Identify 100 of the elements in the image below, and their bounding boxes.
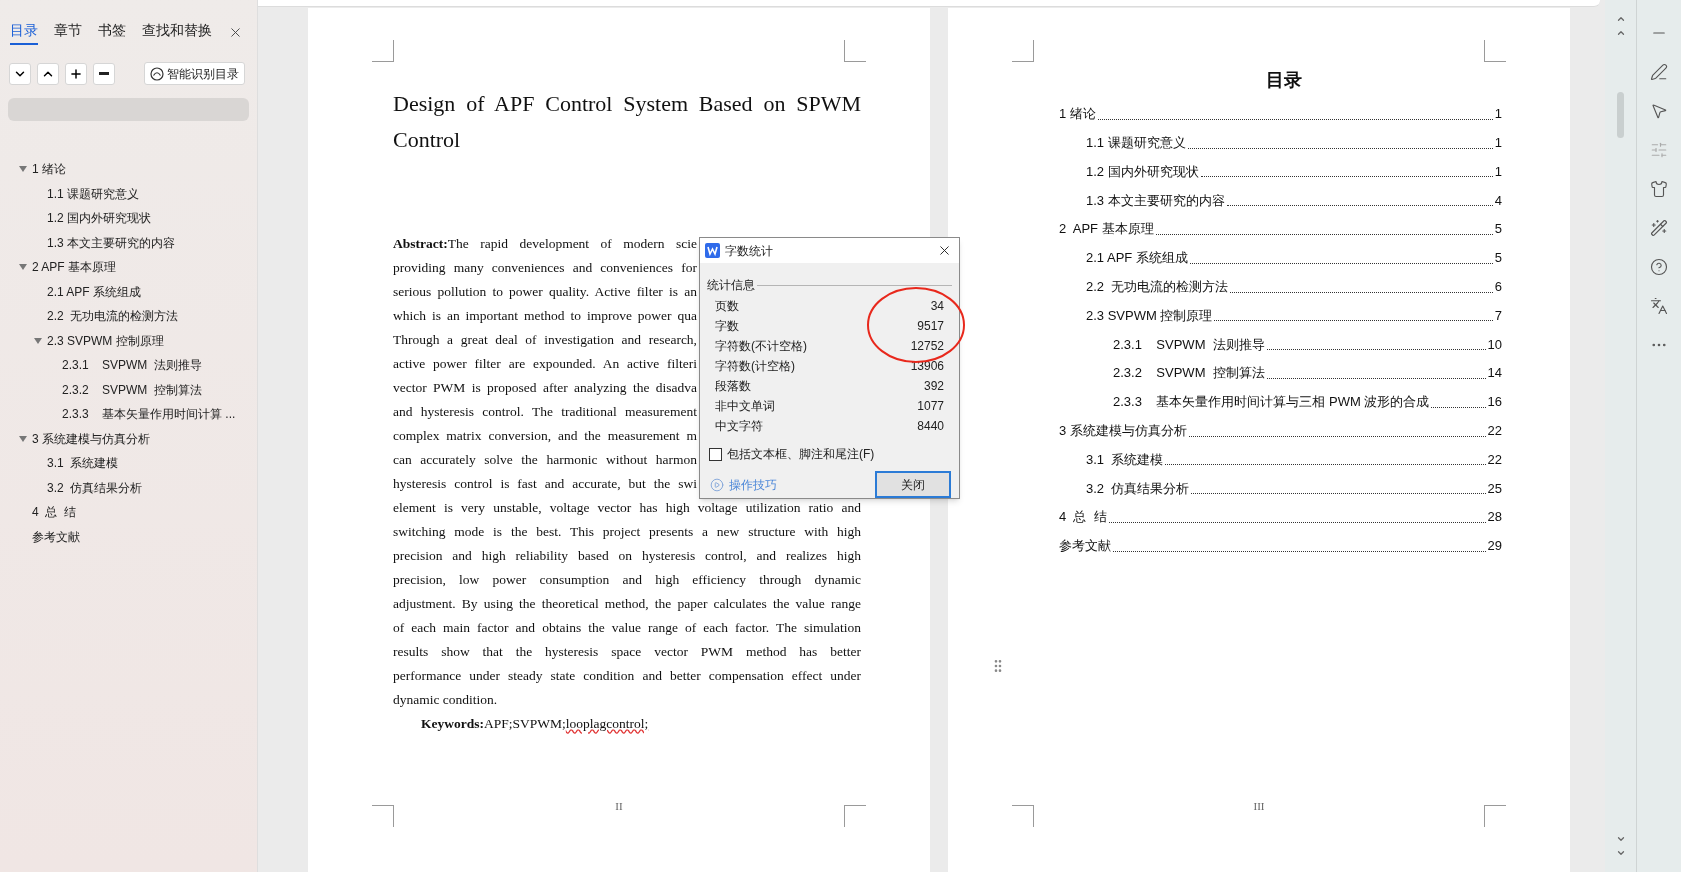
page-number: II	[615, 799, 623, 814]
crop-mark	[1484, 40, 1506, 62]
shirt-icon[interactable]	[1650, 180, 1668, 198]
stat-value: 12752	[910, 338, 944, 355]
outline-item[interactable]: 2 APF 基本原理	[32, 258, 117, 277]
panel-tab[interactable]: 目录	[10, 19, 38, 45]
outline-item[interactable]: 2.3.3 基本矢量作用时间计算 ...	[62, 405, 236, 424]
cursor-icon[interactable]	[1650, 102, 1668, 120]
toc-entry[interactable]: 1.2 国内外研究现状 1	[1056, 157, 1502, 187]
toc-entry[interactable]: 2 APF 基本原理 5	[1056, 215, 1502, 244]
abstract-line: precision, low power consumption and high efficiency through dynamic	[393, 571, 861, 589]
crop-mark	[844, 40, 866, 62]
checkbox-label: 包括文本框、脚注和尾注(F)	[727, 446, 875, 463]
toc-entry[interactable]: 2.3.1 SVPWM 法则推导 10	[1056, 330, 1502, 360]
plus-icon	[69, 66, 83, 81]
toc-entry[interactable]: 3.2 仿真结果分析 25	[1056, 474, 1502, 504]
abstract-line: active power filter are expounded. An active filteri	[393, 355, 697, 373]
panel-tab[interactable]: 查找和替换	[142, 19, 212, 45]
toc-entry[interactable]: 2.3 SVPWM 控制原理 7	[1056, 301, 1502, 331]
smart-toc-button[interactable]: 智能识别目录	[144, 62, 245, 85]
outline-item[interactable]: 2.3.1 SVPWM 法则推导	[62, 356, 203, 375]
checkbox[interactable]	[709, 447, 722, 461]
outline-item[interactable]: 2.1 APF 系统组成	[47, 282, 142, 301]
outline-item[interactable]: 1.2 国内外研究现状	[47, 209, 151, 228]
scroll-down-icon[interactable]	[1615, 834, 1626, 844]
abstract-line: Through a great deal of investigation and research,	[393, 331, 697, 349]
toc-entry[interactable]: 4 总 结 28	[1056, 503, 1502, 532]
abstract-line: of each main factor and obtains the value range of each factor. The simulation	[393, 619, 861, 637]
abstract-line: results show that the hysteresis space vector PWM method has better	[393, 643, 861, 661]
stat-label: 页数	[715, 298, 739, 315]
close-button[interactable]: 关闭	[875, 471, 951, 498]
stat-label: 中文字符	[715, 418, 763, 435]
outline-item[interactable]: 3 系统建模与仿真分析	[32, 429, 150, 448]
abstract-line: hysteresis control is fast and accurate, but the swi	[393, 475, 697, 493]
outline-item[interactable]: 4 总 结	[32, 503, 76, 522]
help-icon[interactable]	[1650, 258, 1668, 276]
move-up-button[interactable]	[37, 62, 59, 85]
toc-entry[interactable]: 2.1 APF 系统组成 5	[1056, 244, 1502, 273]
pen-icon[interactable]	[1650, 63, 1668, 81]
toc-entry[interactable]: 参考文献 29	[1056, 531, 1502, 561]
add-button[interactable]	[65, 62, 87, 85]
abstract-line: and hysteresis control. The traditional measurement	[393, 403, 697, 421]
toc-entry[interactable]: 1.3 本文主要研究的内容 4	[1056, 186, 1502, 216]
abstract-line: which is an important method to improve power qua	[393, 307, 697, 325]
outline-item[interactable]: 1 绪论	[32, 160, 66, 179]
abstract-line: providing many conveniences and conveniences for	[393, 259, 697, 277]
dialog-title: 字数统计	[725, 242, 773, 260]
abstract-line: complex matrix conversion, and the measurement m	[393, 427, 697, 445]
crop-mark	[1484, 805, 1506, 827]
outline-item[interactable]: 3.2 仿真结果分析	[47, 478, 143, 497]
outline-item[interactable]: 2.2 无功电流的检测方法	[47, 307, 179, 326]
collapse-triangle-icon[interactable]	[18, 433, 28, 444]
outline-item[interactable]: 1.3 本文主要研究的内容	[47, 233, 175, 252]
toc-entry[interactable]: 2.2 无功电流的检测方法 6	[1056, 272, 1502, 302]
page-number: III	[1253, 799, 1265, 814]
close-icon[interactable]	[937, 243, 952, 258]
abstract-line: serious pollution to power quality. Active filter is an	[393, 283, 697, 301]
stat-value: 34	[930, 298, 944, 315]
toc-entry[interactable]: 1.1 课题研究意义 1	[1056, 128, 1502, 158]
abstract-line: precision and high reliability based on hysteresis control, and realizes high	[393, 547, 861, 565]
toc-entry[interactable]: 2.3.2 SVPWM 控制算法 14	[1056, 359, 1502, 388]
scroll-down-icon[interactable]	[1615, 848, 1626, 858]
magic-wand-icon[interactable]	[1650, 219, 1668, 237]
stat-value: 8440	[917, 418, 944, 435]
outline-item[interactable]: 1.1 课题研究意义	[47, 184, 139, 203]
toc-entry[interactable]: 3.1 系统建模 22	[1056, 445, 1502, 475]
crop-mark	[1012, 40, 1034, 62]
sliders-icon[interactable]	[1650, 141, 1668, 159]
scroll-up-icon[interactable]	[1615, 28, 1626, 38]
outline-item[interactable]: 参考文献	[32, 527, 80, 546]
scroll-thumb[interactable]	[1617, 92, 1624, 138]
stat-label: 字符数(计空格)	[715, 358, 795, 375]
outline-item[interactable]: 3.1 系统建模	[47, 454, 119, 473]
translate-icon[interactable]	[1650, 297, 1668, 315]
abstract-line: can accurately solve the harmonic without harmon	[393, 451, 697, 469]
stat-label: 非中文单词	[715, 398, 775, 415]
misspelled-word: looplagcontrol;	[565, 715, 649, 731]
outline-item[interactable]: 2.3 SVPWM 控制原理	[47, 331, 164, 350]
toc-entry[interactable]: 2.3.3 基本矢量作用时间计算与三相 PWM 波形的合成 16	[1056, 387, 1502, 417]
panel-tab[interactable]: 书签	[98, 19, 126, 45]
scroll-up-icon[interactable]	[1615, 14, 1626, 24]
toc-entry[interactable]: 3 系统建模与仿真分析 22	[1056, 416, 1502, 446]
abstract-line: adjustment. By using the theoretical method, the paper calculates the value range	[393, 595, 861, 613]
keywords-line: Keywords:APF;SVPWM;looplagcontrol;	[421, 714, 649, 733]
outline-item[interactable]: 2.3.2 SVPWM 控制算法	[62, 380, 203, 399]
stat-value: 9517	[917, 318, 944, 335]
toc-entry[interactable]: 1 绪论 1	[1056, 100, 1502, 129]
remove-button[interactable]	[93, 62, 115, 85]
abstract-line: dynamic condition.	[393, 691, 499, 709]
stat-label: 段落数	[715, 378, 751, 395]
abstract-line: switching mode is the best. This project presents a new structure with high	[393, 523, 861, 541]
play-circle-icon	[710, 477, 724, 492]
stat-label: 字数	[715, 318, 739, 335]
abstract-line: performance under steady state condition and better compensation effect under	[393, 667, 861, 685]
crop-mark	[1012, 805, 1034, 827]
abstract-line: vector PWM is proposed after analyzing the disadva	[393, 379, 697, 397]
panel-tab[interactable]: 章节	[54, 19, 82, 45]
collapse-triangle-icon[interactable]	[33, 335, 43, 346]
app-logo-icon	[705, 243, 720, 258]
expand-down-button[interactable]	[9, 62, 31, 85]
